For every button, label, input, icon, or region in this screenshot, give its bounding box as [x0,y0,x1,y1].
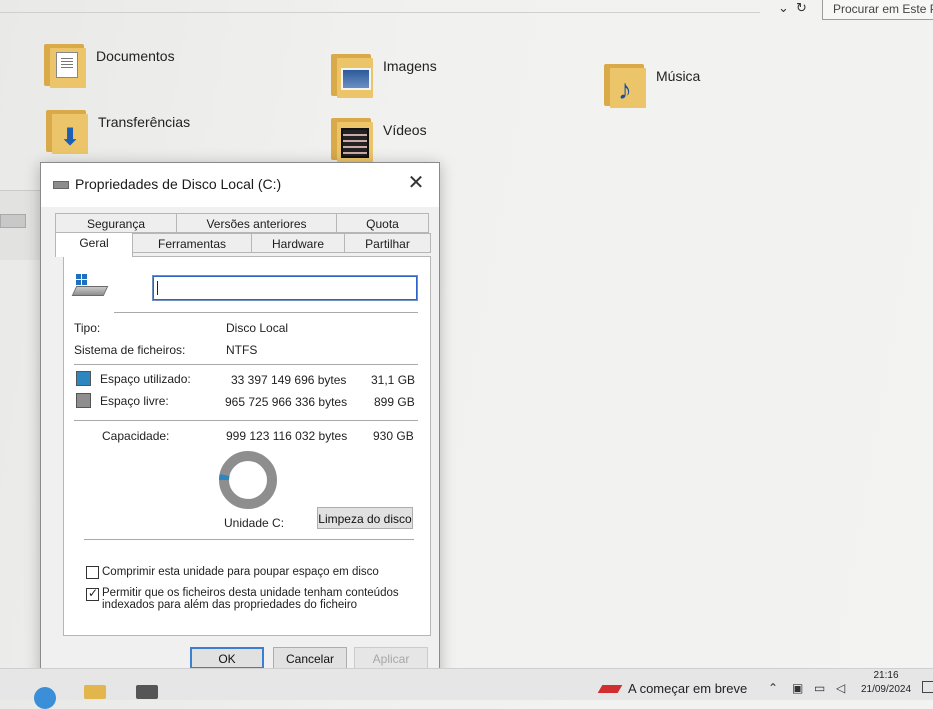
clock-date: 21/09/2024 [860,684,912,695]
tab-sharing[interactable]: Partilhar [344,233,431,253]
edge-icon[interactable] [34,687,56,709]
downloads-folder-icon: ⬇ [46,108,90,154]
free-space-size: 899 GB [374,395,415,409]
search-input[interactable]: Procurar em Este PC [822,0,933,20]
videos-folder-icon [331,116,375,162]
folder-videos[interactable]: Vídeos [331,116,427,162]
folder-documents[interactable]: Documentos [44,42,175,88]
chevron-down-icon[interactable]: ⌄ [778,0,789,16]
free-space-label: Espaço livre: [100,394,169,408]
compress-drive-label: Comprimir esta unidade para poupar espaç… [102,566,379,578]
used-space-swatch [76,371,91,386]
folder-label: Imagens [383,58,437,74]
close-button[interactable]: ✕ [403,172,429,196]
filesystem-value: NTFS [226,343,258,357]
volume-name-input[interactable] [152,275,418,301]
drive-icon [53,177,69,189]
system-clock[interactable]: 21:16 21/09/2024 [856,669,916,697]
tab-tools[interactable]: Ferramentas [132,233,252,253]
disk-properties-dialog: Propriedades de Disco Local (C:) ✕ Segur… [40,162,440,680]
taskbar: A começar em breve ⌃ ▣ ▭ ◁ 21:16 21/09/2… [0,668,933,709]
used-space-bytes: 33 397 149 696 bytes [231,373,347,387]
clock-time: 21:16 [873,670,899,681]
news-widget-icon [597,685,623,693]
tab-strip: Segurança Versões anteriores Quota Geral… [55,213,431,257]
used-space-size: 31,1 GB [371,373,416,387]
divider [74,420,418,421]
folder-label: Transferências [98,114,191,130]
general-tab-panel: Tipo: Disco Local Sistema de ficheiros: … [63,256,431,636]
tab-previous-versions[interactable]: Versões anteriores [176,213,337,233]
dialog-title: Propriedades de Disco Local (C:) [75,176,282,192]
disk-usage-ring [219,451,277,509]
ok-button[interactable]: OK [190,647,264,669]
disk-cleanup-button[interactable]: Limpeza do disco [317,507,413,529]
free-space-swatch [76,393,91,408]
close-icon: ✕ [407,172,425,194]
type-value: Disco Local [226,321,289,335]
store-icon[interactable] [136,685,158,699]
music-folder-icon: ♪ [604,62,648,108]
cancel-button[interactable]: Cancelar [273,647,347,669]
pictures-folder-icon [331,52,375,98]
tab-quota[interactable]: Quota [336,213,429,233]
allow-indexing-label-line1: Permitir que os ficheiros desta unidade … [102,587,399,599]
divider [84,539,414,540]
free-space-bytes: 965 725 966 336 bytes [225,395,348,409]
folder-label: Música [656,68,701,84]
folder-downloads[interactable]: ⬇ Transferências [46,108,190,154]
file-explorer-icon[interactable] [84,685,106,699]
divider [114,312,418,313]
news-widget-text[interactable]: A começar em breve [628,681,747,696]
explorer-toolbar: ⌄ ↻ Procurar em Este PC [0,0,933,20]
apply-button[interactable]: Aplicar [354,647,428,669]
notifications-icon[interactable] [922,681,933,693]
refresh-icon[interactable]: ↻ [796,0,807,16]
free-space-arc [219,451,277,509]
folder-label: Vídeos [383,122,427,138]
tab-security[interactable]: Segurança [55,213,177,233]
used-space-label: Espaço utilizado: [100,372,191,386]
network-icon[interactable]: ▭ [814,681,825,695]
capacity-label: Capacidade: [102,429,170,443]
folder-pictures[interactable]: Imagens [331,52,437,98]
compress-drive-checkbox[interactable] [86,566,99,579]
folder-music[interactable]: ♪ Música [604,62,700,108]
type-label: Tipo: [74,321,101,335]
filesystem-label: Sistema de ficheiros: [74,343,186,357]
drive-letter-label: Unidade C: [224,516,285,530]
folder-label: Documentos [96,48,175,64]
divider [74,364,418,365]
documents-folder-icon [44,42,88,88]
dialog-titlebar[interactable]: Propriedades de Disco Local (C:) ✕ [41,163,439,207]
allow-indexing-checkbox[interactable] [86,586,99,601]
tab-hardware[interactable]: Hardware [251,233,345,253]
tab-general[interactable]: Geral [55,232,133,257]
meet-now-icon[interactable]: ▣ [792,681,803,695]
navigation-pane-item[interactable] [0,214,26,228]
capacity-bytes: 999 123 116 032 bytes [226,429,348,443]
chevron-up-icon[interactable]: ⌃ [768,681,778,695]
capacity-size: 930 GB [373,429,414,443]
allow-indexing-label-line2: indexados para além das propriedades do … [102,599,358,611]
hard-drive-icon [71,274,109,300]
toolbar-divider [0,12,760,13]
volume-icon[interactable]: ◁ [836,681,845,695]
